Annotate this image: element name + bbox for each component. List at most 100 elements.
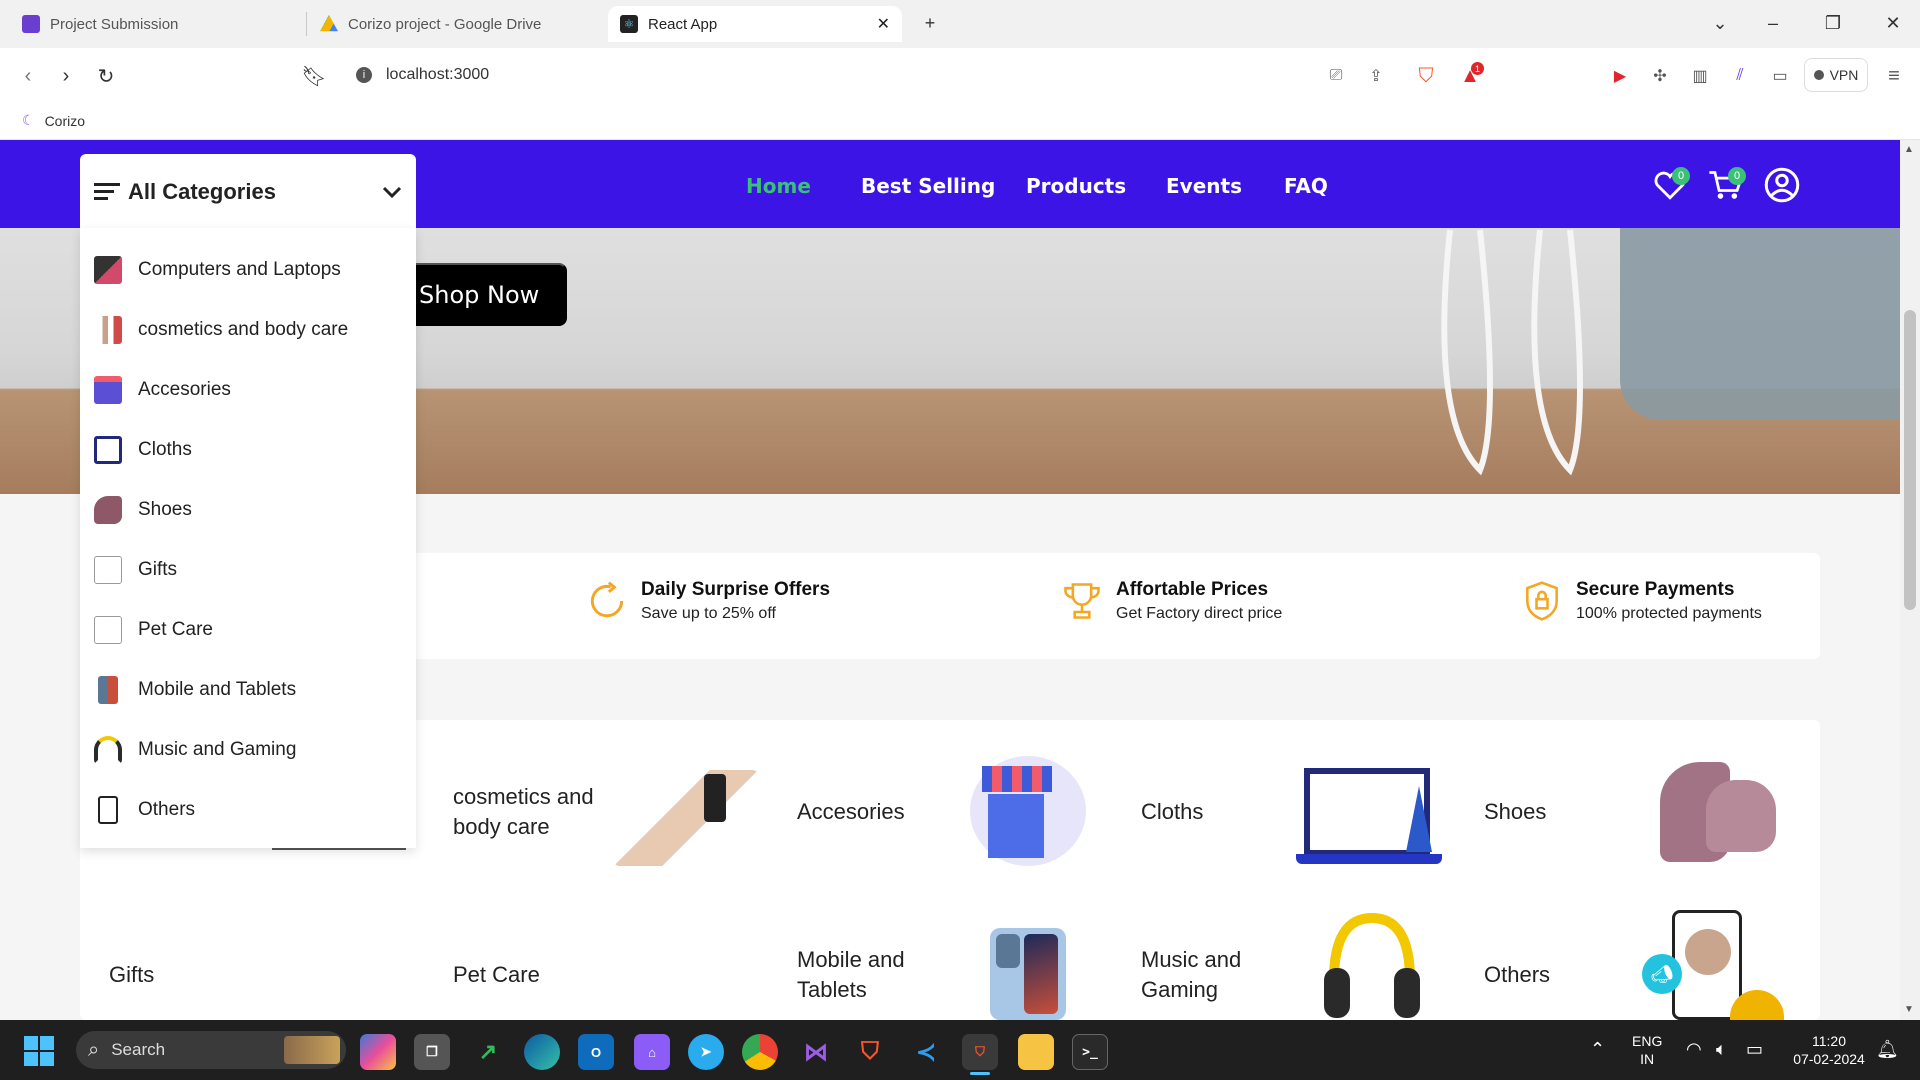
brave-rewards-icon[interactable]: ▲ 1 bbox=[1454, 60, 1486, 92]
nav-faq[interactable]: FAQ bbox=[1284, 174, 1328, 198]
feature-subtitle: Save up to 25% off bbox=[641, 605, 776, 622]
profile-button[interactable] bbox=[1760, 163, 1804, 207]
back-icon[interactable]: ‹ bbox=[12, 60, 44, 92]
tab-separator bbox=[306, 12, 307, 36]
grid-gifts[interactable]: Gifts bbox=[109, 960, 154, 990]
nav-events[interactable]: Events bbox=[1166, 174, 1242, 198]
cast-icon[interactable]: ⎚ bbox=[1320, 60, 1352, 92]
scroll-down-icon[interactable]: ▼ bbox=[1904, 1004, 1914, 1015]
search-icon: ⌕ bbox=[88, 1038, 100, 1061]
brave-beta-icon[interactable]: ⛉ bbox=[962, 1034, 998, 1070]
task-view-icon[interactable]: ❐ bbox=[414, 1034, 450, 1070]
language-indicator[interactable]: ENG IN bbox=[1632, 1032, 1662, 1068]
start-tile bbox=[24, 1052, 38, 1066]
onenote-icon[interactable]: ⌂ bbox=[634, 1034, 670, 1070]
minimize-icon[interactable]: – bbox=[1753, 8, 1793, 38]
all-categories-button[interactable]: All Categories bbox=[80, 154, 416, 230]
chrome-icon[interactable] bbox=[742, 1034, 778, 1070]
category-item-pet-care[interactable]: Pet Care bbox=[80, 600, 416, 660]
headphones-image bbox=[1324, 912, 1420, 1018]
share-icon[interactable]: ⇪ bbox=[1360, 60, 1392, 92]
category-label: Accesories bbox=[138, 379, 231, 400]
tab-google-drive[interactable]: Corizo project - Google Drive bbox=[308, 6, 598, 42]
grid-cosmetics[interactable]: cosmetics and body care bbox=[453, 782, 623, 842]
shop-now-button[interactable]: Shop Now bbox=[395, 263, 567, 326]
cart-button[interactable]: 0 bbox=[1704, 163, 1748, 207]
all-categories-label: All Categories bbox=[128, 179, 276, 204]
youtube-extension-icon[interactable]: ▶ bbox=[1604, 60, 1636, 92]
url-bar[interactable]: i localhost:3000 bbox=[340, 55, 1490, 95]
volume-icon[interactable]: 🔈︎ bbox=[1716, 1040, 1727, 1058]
clock[interactable]: 11:20 07-02-2024 bbox=[1788, 1032, 1870, 1068]
category-item-others[interactable]: Others bbox=[80, 780, 416, 840]
grid-shoes[interactable]: Shoes bbox=[1484, 797, 1546, 827]
nav-products[interactable]: Products bbox=[1026, 174, 1126, 198]
outlook-icon[interactable]: O bbox=[578, 1034, 614, 1070]
category-item-mobile[interactable]: Mobile and Tablets bbox=[80, 660, 416, 720]
category-item-computers[interactable]: Computers and Laptops bbox=[80, 240, 416, 300]
brave-icon[interactable]: ⛉ bbox=[852, 1034, 888, 1070]
reload-icon[interactable]: ↻ bbox=[90, 60, 122, 92]
notification-bell-icon[interactable]: 🔔︎ bbox=[1876, 1040, 1899, 1058]
visual-studio-icon[interactable]: ⋈ bbox=[798, 1034, 834, 1070]
awning-image bbox=[982, 766, 1052, 792]
file-explorer-icon[interactable] bbox=[1018, 1034, 1054, 1070]
restore-icon[interactable]: ❐ bbox=[1813, 8, 1853, 38]
close-tab-icon[interactable]: ✕ bbox=[877, 14, 890, 34]
wishlist-count-badge: 0 bbox=[1672, 167, 1690, 185]
vscode-icon[interactable]: ≺ bbox=[908, 1034, 944, 1070]
copilot-icon[interactable] bbox=[360, 1034, 396, 1070]
feature-subtitle: 100% protected payments bbox=[1576, 605, 1762, 622]
grid-accesories[interactable]: Accesories bbox=[797, 797, 905, 827]
new-tab-button[interactable]: + bbox=[910, 8, 950, 38]
tab-react-app[interactable]: ⚛ React App ✕ bbox=[608, 6, 902, 42]
menu-icon[interactable]: ≡ bbox=[1878, 60, 1910, 92]
menu-lines-icon bbox=[94, 183, 120, 200]
scroll-up-icon[interactable]: ▲ bbox=[1904, 144, 1914, 155]
category-label: Shoes bbox=[138, 499, 192, 520]
category-item-gifts[interactable]: Gifts bbox=[80, 540, 416, 600]
leo-ai-icon[interactable]: ⫽ bbox=[1724, 60, 1756, 92]
bookmark-corizo[interactable]: Corizo bbox=[45, 113, 85, 129]
category-item-accesories[interactable]: Accesories bbox=[80, 360, 416, 420]
brave-shields-icon[interactable]: ⛉ bbox=[1410, 60, 1442, 92]
sidebar-icon[interactable]: ▥ bbox=[1684, 60, 1716, 92]
category-item-cosmetics[interactable]: cosmetics and body care bbox=[80, 300, 416, 360]
extensions-icon[interactable]: ✣ bbox=[1644, 60, 1676, 92]
nav-best-selling[interactable]: Best Selling bbox=[861, 174, 995, 198]
close-window-icon[interactable]: ✕ bbox=[1873, 8, 1913, 38]
bookmark-icon[interactable]: 🔖︎ bbox=[298, 60, 330, 92]
vpn-button[interactable]: VPN bbox=[1804, 58, 1868, 92]
grid-cloths[interactable]: Cloths bbox=[1141, 797, 1203, 827]
tab-project-submission[interactable]: Project Submission bbox=[10, 6, 300, 42]
nav-home[interactable]: Home bbox=[746, 174, 811, 198]
categories-dropdown-list: Computers and Laptops cosmetics and body… bbox=[80, 228, 416, 848]
windows-start-icon[interactable] bbox=[24, 1036, 54, 1066]
feature-title: Affortable Prices bbox=[1116, 579, 1269, 600]
grid-music-gaming[interactable]: Music and Gaming bbox=[1141, 945, 1281, 1005]
broken-image-icon bbox=[94, 616, 122, 644]
wallet-icon[interactable]: ▭ bbox=[1764, 60, 1796, 92]
site-info-icon[interactable]: i bbox=[356, 67, 372, 83]
scrollbar-thumb[interactable] bbox=[1904, 310, 1916, 610]
taskbar-search[interactable]: ⌕ Search bbox=[76, 1031, 346, 1069]
stocks-icon[interactable]: ↗ bbox=[470, 1034, 506, 1070]
wifi-icon[interactable]: ◠ bbox=[1686, 1040, 1702, 1058]
category-item-shoes[interactable]: Shoes bbox=[80, 480, 416, 540]
terminal-icon[interactable]: >_ bbox=[1072, 1034, 1108, 1070]
show-hidden-icons[interactable]: ⌃ bbox=[1590, 1040, 1605, 1058]
grid-others[interactable]: Others bbox=[1484, 960, 1550, 990]
battery-icon[interactable]: ▭ bbox=[1746, 1040, 1763, 1058]
category-item-cloths[interactable]: Cloths bbox=[80, 420, 416, 480]
wishlist-button[interactable]: 0 bbox=[1648, 163, 1692, 207]
mobile-icon bbox=[98, 676, 118, 704]
category-item-music[interactable]: Music and Gaming bbox=[80, 720, 416, 780]
telegram-icon[interactable]: ➤ bbox=[688, 1034, 724, 1070]
broken-image-icon bbox=[94, 556, 122, 584]
tab-search-icon[interactable]: ⌄ bbox=[1700, 8, 1740, 38]
grid-mobile-tablets[interactable]: Mobile and Tablets bbox=[797, 945, 937, 1005]
grid-pet-care[interactable]: Pet Care bbox=[453, 960, 540, 990]
edge-icon[interactable] bbox=[524, 1034, 560, 1070]
forward-icon[interactable]: › bbox=[50, 60, 82, 92]
